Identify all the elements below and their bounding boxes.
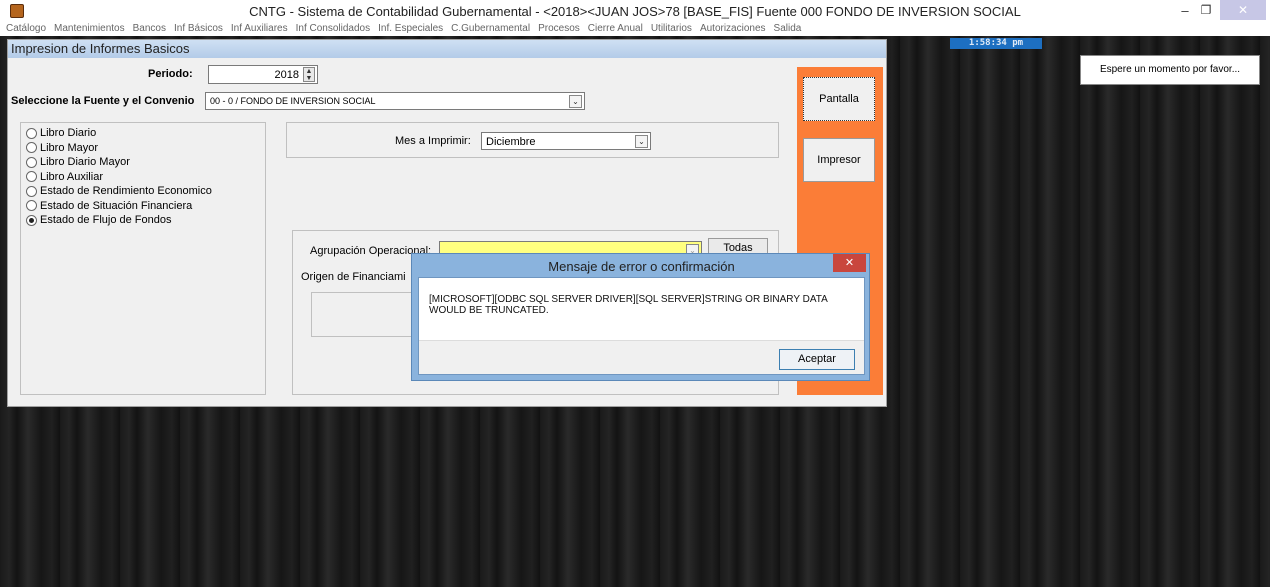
radio-button[interactable] bbox=[26, 127, 37, 139]
menu-item-inf-b-sicos[interactable]: Inf Básicos bbox=[174, 22, 223, 36]
report-option[interactable]: Estado de Situación Financiera bbox=[26, 199, 212, 214]
radio-button[interactable] bbox=[26, 214, 37, 226]
pantalla-button[interactable]: Pantalla bbox=[803, 77, 875, 121]
fuente-value: 00 - 0 / FONDO DE INVERSION SOCIAL bbox=[210, 96, 376, 106]
radio-button[interactable] bbox=[26, 142, 37, 154]
periodo-value: 2018 bbox=[274, 69, 299, 81]
fuente-select[interactable]: 00 - 0 / FONDO DE INVERSION SOCIAL ⌄ bbox=[205, 92, 585, 110]
report-option[interactable]: Libro Mayor bbox=[26, 141, 212, 156]
radio-button[interactable] bbox=[26, 171, 37, 183]
dialog-body: [MICROSOFT][ODBC SQL SERVER DRIVER][SQL … bbox=[418, 277, 865, 375]
dialog-close-button[interactable]: ✕ bbox=[833, 254, 866, 272]
fuente-label: Seleccione la Fuente y el Convenio bbox=[11, 95, 195, 107]
radio-button[interactable] bbox=[26, 200, 37, 212]
form-header: Impresion de Informes Basicos bbox=[8, 40, 886, 58]
report-option[interactable]: Estado de Rendimiento Economico bbox=[26, 184, 212, 199]
periodo-input[interactable]: 2018 ▲ ▼ bbox=[208, 65, 318, 84]
menu-item-procesos[interactable]: Procesos bbox=[538, 22, 580, 36]
mes-value: Diciembre bbox=[486, 136, 536, 148]
periodo-label: Periodo: bbox=[148, 68, 193, 80]
menu-item-autorizaciones[interactable]: Autorizaciones bbox=[700, 22, 766, 36]
report-option[interactable]: Libro Diario Mayor bbox=[26, 155, 212, 170]
menu-item-inf-auxiliares[interactable]: Inf Auxiliares bbox=[231, 22, 288, 36]
radio-button[interactable] bbox=[26, 185, 37, 197]
mes-label: Mes a Imprimir: bbox=[395, 135, 471, 147]
menu-item-utilitarios[interactable]: Utilitarios bbox=[651, 22, 692, 36]
report-option-label: Estado de Rendimiento Economico bbox=[40, 185, 212, 197]
menu-item-inf-consolidados[interactable]: Inf Consolidados bbox=[296, 22, 371, 36]
maximize-button[interactable]: ❐ bbox=[1197, 3, 1215, 19]
dialog-footer: Aceptar bbox=[419, 340, 864, 374]
dialog-message: [MICROSOFT][ODBC SQL SERVER DRIVER][SQL … bbox=[429, 294, 828, 316]
report-type-panel: Libro Diario Libro Mayor Libro Diario Mayo… bbox=[20, 122, 266, 395]
menu-item-c-gubernamental[interactable]: C.Gubernamental bbox=[451, 22, 530, 36]
menu-item-inf-especiales[interactable]: Inf. Especiales bbox=[378, 22, 443, 36]
aceptar-button[interactable]: Aceptar bbox=[779, 349, 855, 370]
error-dialog: Mensaje de error o confirmación ✕ [MICRO… bbox=[411, 253, 870, 381]
clock: 1:58:34 pm bbox=[950, 38, 1042, 49]
report-option-label: Estado de Situación Financiera bbox=[40, 199, 193, 212]
report-type-list: Libro Diario Libro Mayor Libro Diario Mayo… bbox=[26, 126, 212, 228]
menu-item-cat-logo[interactable]: Catálogo bbox=[6, 22, 46, 36]
periodo-spinner[interactable]: ▲ ▼ bbox=[303, 67, 315, 82]
close-button[interactable]: ✕ bbox=[1220, 0, 1266, 20]
menu-item-cierre-anual[interactable]: Cierre Anual bbox=[588, 22, 643, 36]
month-panel: Mes a Imprimir: Diciembre ⌄ bbox=[286, 122, 779, 158]
impresor-button[interactable]: Impresor bbox=[803, 138, 875, 182]
mes-select[interactable]: Diciembre ⌄ bbox=[481, 132, 651, 150]
report-option[interactable]: Estado de Flujo de Fondos bbox=[26, 213, 212, 228]
menu-item-mantenimientos[interactable]: Mantenimientos bbox=[54, 22, 125, 36]
menu-item-bancos[interactable]: Bancos bbox=[133, 22, 166, 36]
minimize-button[interactable]: ‒ bbox=[1176, 3, 1194, 19]
radio-button[interactable] bbox=[26, 156, 37, 168]
dialog-title: Mensaje de error o confirmación bbox=[548, 259, 735, 274]
window-title-bar: CNTG - Sistema de Contabilidad Gubername… bbox=[0, 0, 1270, 22]
origen-label: Origen de Financiami bbox=[301, 271, 406, 283]
chevron-down-icon[interactable]: ⌄ bbox=[569, 95, 582, 108]
menu-item-salida[interactable]: Salida bbox=[774, 22, 802, 36]
chevron-down-icon[interactable]: ⌄ bbox=[635, 135, 648, 148]
report-option-label: Libro Mayor bbox=[40, 141, 99, 154]
report-option-label: Libro Diario bbox=[40, 127, 97, 139]
report-option-label: Estado de Flujo de Fondos bbox=[40, 214, 172, 226]
report-option[interactable]: Libro Auxiliar bbox=[26, 170, 212, 185]
menu-bar: Catálogo Mantenimientos Bancos Inf Básicos I… bbox=[0, 22, 1270, 36]
report-option-label: Libro Auxiliar bbox=[40, 170, 103, 183]
wait-message: Espere un momento por favor... bbox=[1080, 55, 1260, 85]
report-option-label: Libro Diario Mayor bbox=[40, 156, 130, 168]
report-option[interactable]: Libro Diario bbox=[26, 126, 212, 141]
window-title: CNTG - Sistema de Contabilidad Gubername… bbox=[249, 4, 1021, 19]
